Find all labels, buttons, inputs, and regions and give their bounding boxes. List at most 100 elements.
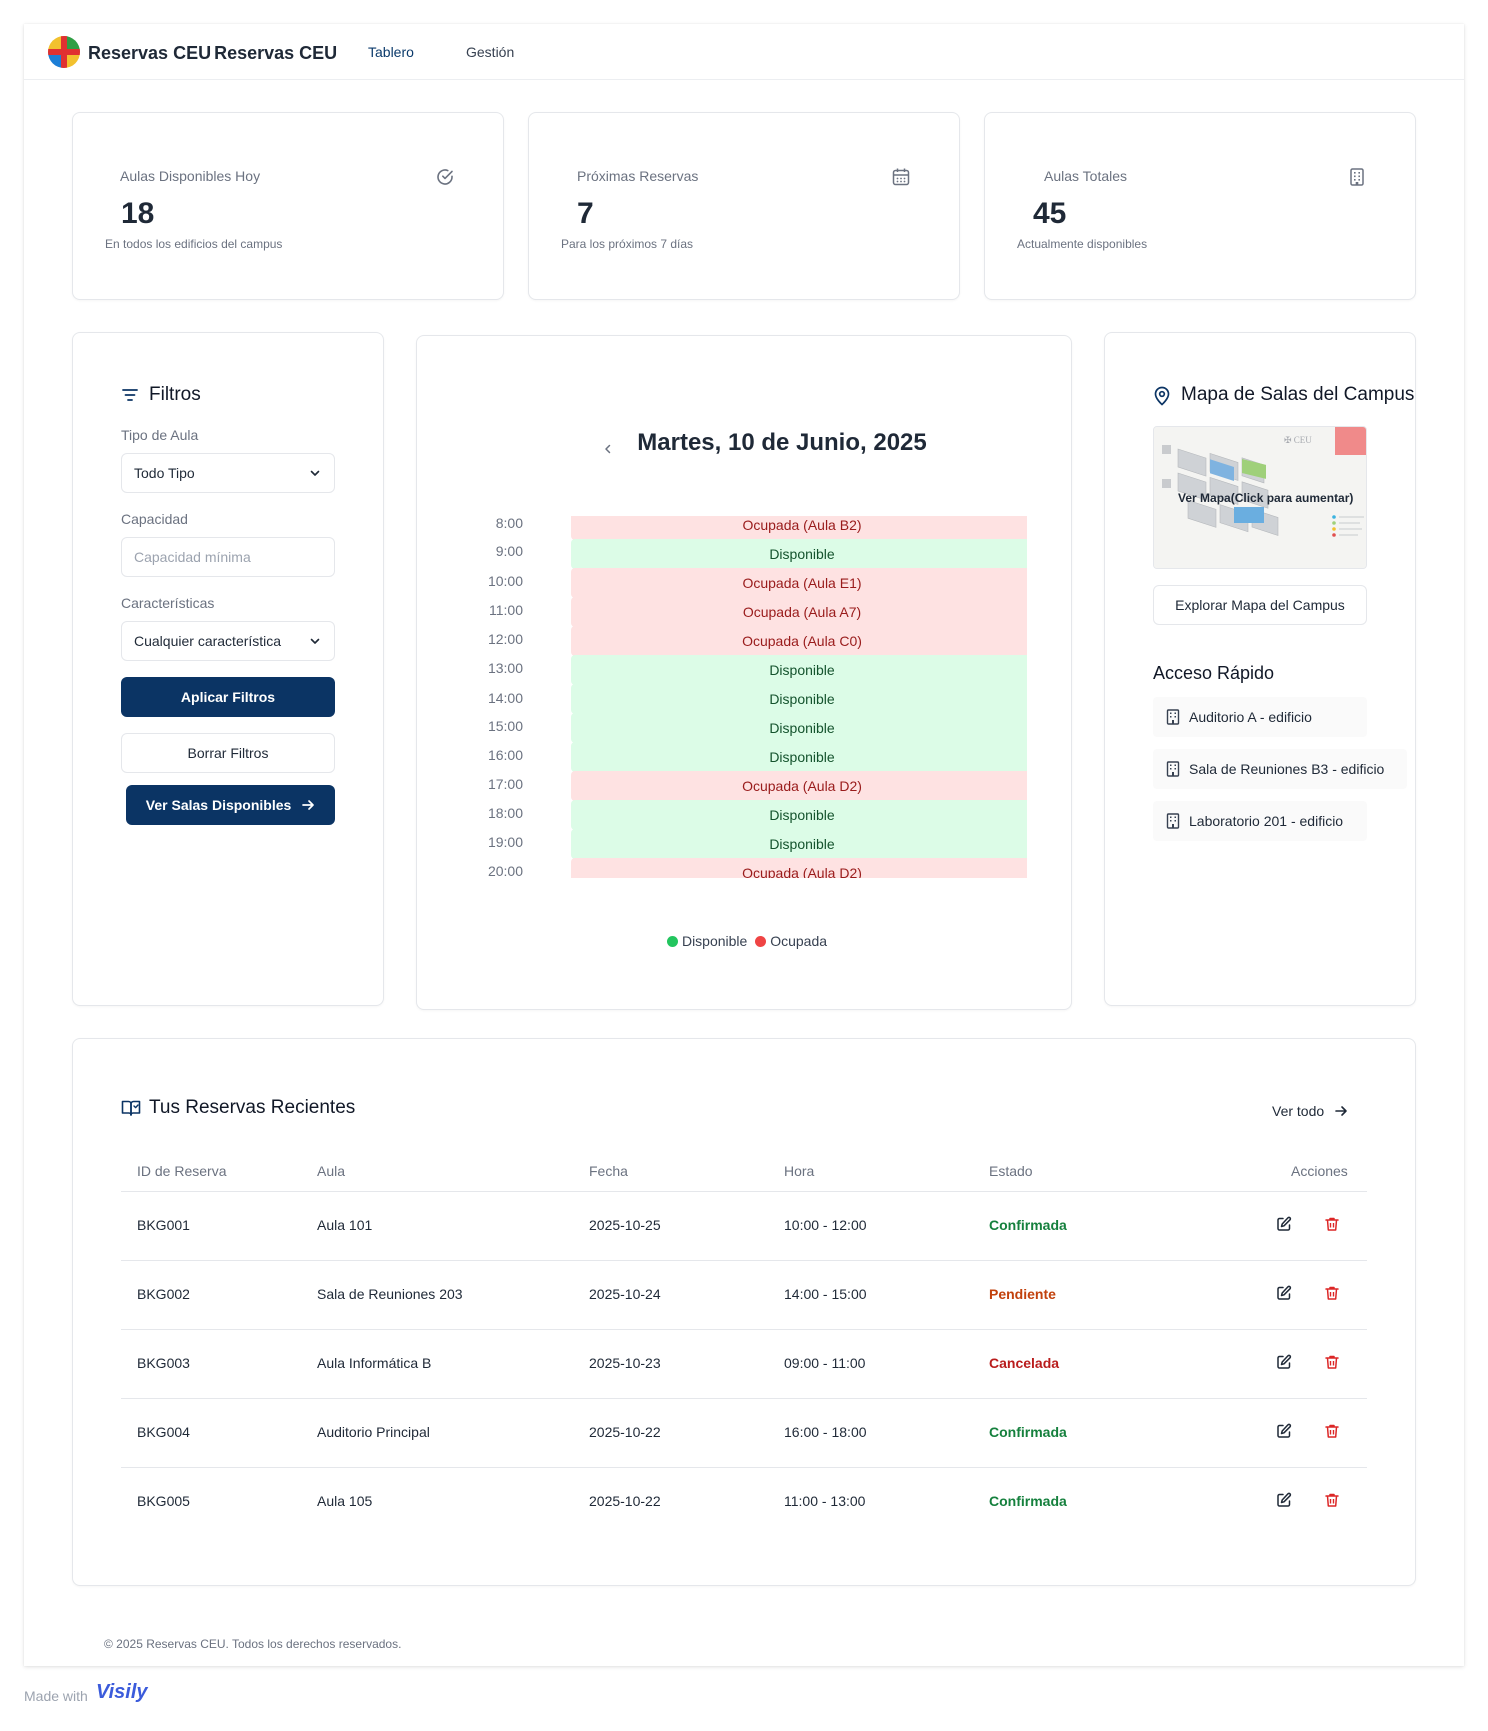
slot-available[interactable]: Disponible bbox=[571, 800, 1027, 830]
column-header: ID de Reserva bbox=[137, 1163, 227, 1179]
slot-available[interactable]: Disponible bbox=[571, 829, 1027, 859]
edit-icon[interactable] bbox=[1276, 1492, 1292, 1508]
slot-time: 15:00 bbox=[487, 718, 523, 734]
booking-room: Aula 101 bbox=[317, 1217, 373, 1233]
column-header: Hora bbox=[784, 1163, 815, 1179]
booking-status: Pendiente bbox=[989, 1286, 1056, 1302]
stat-label: Próximas Reservas bbox=[577, 168, 699, 184]
time-slot-list[interactable]: 8:00 Ocupada (Aula B2) 9:00 Disponible 10:00… bbox=[465, 516, 1027, 878]
quick-access-item[interactable]: Laboratorio 201 - edificio bbox=[1153, 801, 1367, 841]
booking-date: 2025-10-25 bbox=[589, 1217, 661, 1233]
quick-access-title: Acceso Rápido bbox=[1153, 663, 1275, 683]
table-row: BKG005 Aula 105 2025-10-22 11:00 - 13:00 Con… bbox=[121, 1467, 1367, 1536]
trash-icon[interactable] bbox=[1324, 1216, 1340, 1232]
slot-time: 20:00 bbox=[487, 863, 523, 878]
trash-icon[interactable] bbox=[1324, 1492, 1340, 1508]
filters-panel: Filtros Tipo de Aula Todo Tipo Capacidad… bbox=[72, 332, 384, 1006]
map-pin-icon bbox=[1154, 386, 1170, 406]
edit-icon[interactable] bbox=[1276, 1423, 1292, 1439]
quick-access-label: Sala de Reuniones B3 - edificio bbox=[1189, 761, 1385, 777]
slot-available[interactable]: Disponible bbox=[571, 742, 1027, 772]
slot-available[interactable]: Disponible bbox=[571, 713, 1027, 743]
view-available-rooms-button[interactable]: Ver Salas Disponibles bbox=[126, 785, 335, 825]
edit-icon[interactable] bbox=[1276, 1216, 1292, 1232]
trash-icon[interactable] bbox=[1324, 1354, 1340, 1370]
slot-available[interactable]: Disponible bbox=[571, 655, 1027, 685]
column-header: Aula bbox=[317, 1163, 346, 1179]
quick-access-item[interactable]: Auditorio A - edificio bbox=[1153, 697, 1367, 737]
view-all-link[interactable]: Ver todo bbox=[1272, 1103, 1348, 1119]
booking-id: BKG003 bbox=[137, 1355, 190, 1371]
features-label: Características bbox=[121, 595, 215, 611]
booking-id: BKG002 bbox=[137, 1286, 190, 1302]
slot-time: 9:00 bbox=[495, 543, 523, 559]
booking-id: BKG005 bbox=[137, 1493, 190, 1509]
legend-busy-dot bbox=[755, 936, 767, 947]
stat-label: Aulas Totales bbox=[1044, 168, 1128, 184]
slot-available[interactable]: Disponible bbox=[571, 539, 1027, 569]
edit-icon[interactable] bbox=[1276, 1354, 1292, 1370]
building-icon bbox=[1166, 761, 1180, 777]
features-value: Cualquier característica bbox=[134, 633, 282, 649]
slot-time: 13:00 bbox=[487, 660, 523, 676]
view-all-label: Ver todo bbox=[1272, 1103, 1325, 1119]
top-navbar: Reservas CEU Reservas CEU Tablero Gestión bbox=[24, 24, 1464, 80]
slot-available[interactable]: Disponible bbox=[571, 684, 1027, 714]
explore-campus-map-button[interactable]: Explorar Mapa del Campus bbox=[1153, 585, 1367, 625]
trash-icon[interactable] bbox=[1324, 1285, 1340, 1301]
quick-access-item[interactable]: Sala de Reuniones B3 - edificio bbox=[1153, 749, 1407, 789]
book-open-icon bbox=[121, 1100, 141, 1116]
quick-access-label: Laboratorio 201 - edificio bbox=[1189, 813, 1344, 829]
column-header: Estado bbox=[989, 1163, 1033, 1179]
chevron-down-icon bbox=[310, 470, 320, 476]
column-header: Acciones bbox=[1291, 1163, 1348, 1179]
nav-tab-dashboard[interactable]: Tablero bbox=[368, 44, 414, 60]
chevron-down-icon bbox=[310, 638, 320, 644]
visily-logo[interactable]: Visily bbox=[96, 1681, 148, 1704]
slot-time: 11:00 bbox=[489, 602, 523, 618]
edit-icon[interactable] bbox=[1276, 1285, 1292, 1301]
booking-time: 16:00 - 18:00 bbox=[784, 1424, 867, 1440]
clear-filters-button[interactable]: Borrar Filtros bbox=[121, 733, 335, 773]
slot-occupied[interactable]: Ocupada (Aula D2) bbox=[571, 858, 1027, 878]
nav-tab-management[interactable]: Gestión bbox=[466, 44, 514, 60]
booking-status: Confirmada bbox=[989, 1493, 1067, 1509]
quick-access-label: Auditorio A - edificio bbox=[1189, 709, 1312, 725]
booking-date: 2025-10-22 bbox=[589, 1493, 661, 1509]
slot-occupied[interactable]: Ocupada (Aula B2) bbox=[571, 516, 1027, 540]
arrow-right-icon bbox=[1335, 1106, 1347, 1116]
calendar-icon bbox=[892, 168, 910, 186]
slot-occupied[interactable]: Ocupada (Aula E1) bbox=[571, 568, 1027, 598]
recent-bookings-title: Tus Reservas Recientes bbox=[149, 1097, 356, 1118]
stat-card-available-today: Aulas Disponibles Hoy 18 En todos los ed… bbox=[72, 112, 504, 300]
slot-time: 18:00 bbox=[487, 805, 523, 821]
capacity-input[interactable]: Capacidad mínima bbox=[121, 537, 335, 577]
legend-busy-label: Ocupada bbox=[770, 933, 828, 949]
stat-value: 18 bbox=[121, 197, 155, 230]
slot-time: 8:00 bbox=[495, 516, 523, 531]
booking-status: Confirmada bbox=[989, 1217, 1067, 1233]
booking-status: Cancelada bbox=[989, 1355, 1060, 1371]
apply-filters-button[interactable]: Aplicar Filtros bbox=[121, 677, 335, 717]
room-type-select[interactable]: Todo Tipo bbox=[121, 453, 335, 493]
slot-occupied[interactable]: Ocupada (Aula A7) bbox=[571, 597, 1027, 627]
trash-icon[interactable] bbox=[1324, 1423, 1340, 1439]
features-select[interactable]: Cualquier característica bbox=[121, 621, 335, 661]
recent-bookings-panel: Tus Reservas Recientes Ver todo ID de Re… bbox=[72, 1038, 1416, 1586]
stat-card-total: Aulas Totales 45 Actualmente disponibles bbox=[984, 112, 1416, 300]
slot-time: 12:00 bbox=[487, 631, 523, 647]
made-with-label: Made with bbox=[24, 1688, 88, 1704]
slot-time: 14:00 bbox=[487, 690, 523, 706]
booking-time: 14:00 - 15:00 bbox=[784, 1286, 867, 1302]
slot-occupied[interactable]: Ocupada (Aula C0) bbox=[571, 626, 1027, 656]
stat-value: 7 bbox=[577, 197, 594, 230]
column-header: Fecha bbox=[589, 1163, 628, 1179]
booking-room: Auditorio Principal bbox=[317, 1424, 430, 1440]
booking-id: BKG004 bbox=[137, 1424, 190, 1440]
campus-map-thumbnail[interactable]: ✠ CEU Ver Mapa(Click para aumentar) bbox=[1153, 426, 1367, 569]
capacity-label: Capacidad bbox=[121, 511, 188, 527]
table-row: BKG003 Aula Informática B 2025-10-23 09:00 … bbox=[121, 1329, 1367, 1398]
slot-occupied[interactable]: Ocupada (Aula D2) bbox=[571, 771, 1027, 801]
booking-id: BKG001 bbox=[137, 1217, 190, 1233]
schedule-date-title: Martes, 10 de Junio, 2025 bbox=[637, 429, 927, 456]
